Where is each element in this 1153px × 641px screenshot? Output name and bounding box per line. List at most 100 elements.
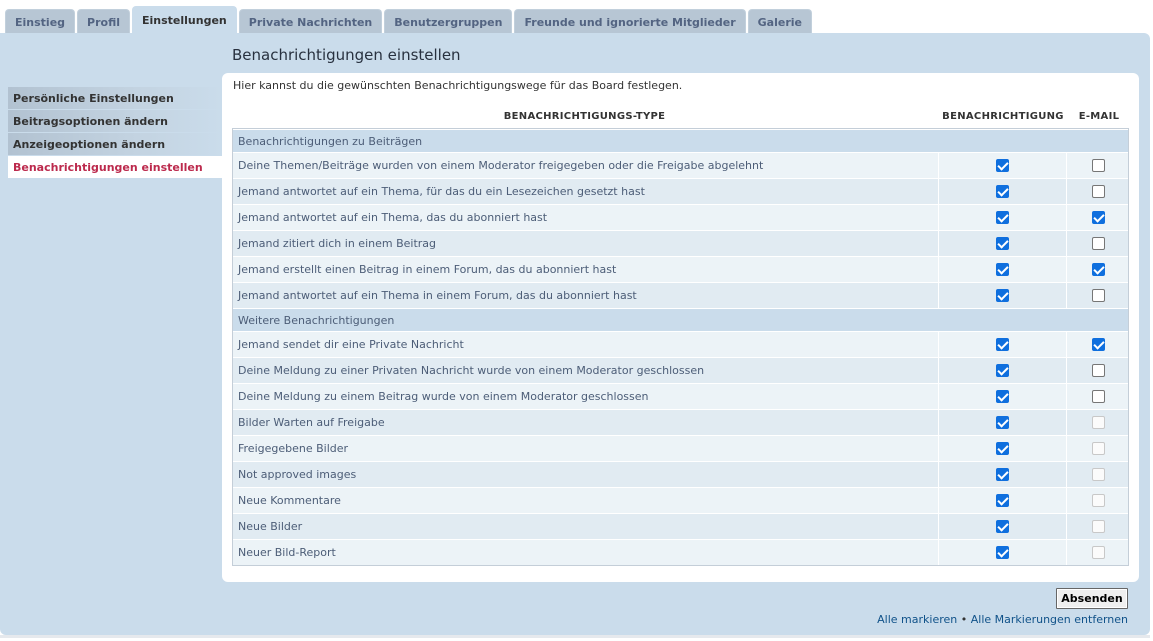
- tab-2[interactable]: Einstellungen: [132, 6, 237, 34]
- row-label: Neue Bilder: [238, 520, 303, 533]
- notification-cell: [938, 540, 1066, 565]
- notification-checkbox[interactable]: [996, 546, 1009, 559]
- section-label: Benachrichtigungen zu Beiträgen: [238, 134, 423, 148]
- table-row: Jemand zitiert dich in einem Beitrag: [233, 230, 1128, 256]
- header-type: BENACHRICHTIGUNGS-TYPE: [503, 111, 666, 122]
- email-checkbox[interactable]: [1091, 390, 1105, 403]
- table-row: Neue Kommentare: [233, 487, 1128, 513]
- notification-checkbox[interactable]: [996, 468, 1009, 481]
- email-cell: [1066, 231, 1129, 256]
- table-row: Deine Themen/Beiträge wurden von einem M…: [233, 152, 1128, 178]
- tab-4[interactable]: Benutzergruppen: [384, 9, 513, 34]
- table-row: Jemand antwortet auf ein Thema in einem …: [233, 282, 1128, 308]
- panel-bottom-border: [0, 635, 1150, 638]
- row-label: Not approved images: [238, 468, 357, 481]
- table-row: Neuer Bild-Report: [233, 539, 1128, 565]
- table-row: Neue Bilder: [233, 513, 1128, 539]
- table-row: Freigegebene Bilder: [233, 435, 1128, 461]
- tab-6[interactable]: Galerie: [747, 9, 812, 34]
- email-checkbox[interactable]: [1091, 185, 1105, 198]
- email-checkbox: [1091, 494, 1105, 507]
- email-checkbox: [1091, 442, 1105, 455]
- email-checkbox[interactable]: [1091, 364, 1105, 377]
- notification-checkbox[interactable]: [996, 442, 1009, 455]
- sidebar-item-3[interactable]: Benachrichtigungen einstellen: [8, 155, 222, 178]
- email-checkbox: [1091, 416, 1105, 429]
- email-cell: [1066, 257, 1129, 282]
- email-checkbox: [1091, 468, 1105, 481]
- notification-checkbox[interactable]: [996, 159, 1009, 172]
- row-label: Deine Themen/Beiträge wurden von einem M…: [238, 159, 764, 172]
- tab-5[interactable]: Freunde und ignorierte Mitglieder: [514, 9, 746, 34]
- email-cell: [1066, 179, 1129, 204]
- notification-cell: [938, 205, 1066, 230]
- section-label: Weitere Benachrichtigungen: [238, 313, 395, 327]
- email-checkbox[interactable]: [1091, 237, 1105, 250]
- notification-table: Benachrichtigungen zu Beiträgen Deine The…: [232, 128, 1129, 566]
- email-cell: [1066, 514, 1129, 539]
- notification-checkbox[interactable]: [996, 289, 1009, 302]
- sidebar-item-1[interactable]: Beitragsoptionen ändern: [8, 109, 222, 132]
- tab-1[interactable]: Profil: [77, 9, 130, 34]
- notification-checkbox[interactable]: [996, 520, 1009, 533]
- page-title: Benachrichtigungen einstellen: [232, 46, 461, 64]
- unmark-all-link[interactable]: Alle Markierungen entfernen: [971, 613, 1128, 626]
- link-separator: •: [960, 613, 968, 626]
- notification-cell: [938, 153, 1066, 178]
- notification-cell: [938, 514, 1066, 539]
- tab-3[interactable]: Private Nachrichten: [238, 9, 383, 34]
- email-checkbox[interactable]: [1091, 159, 1105, 172]
- notification-checkbox[interactable]: [996, 390, 1009, 403]
- notification-cell: [938, 488, 1066, 513]
- notification-checkbox[interactable]: [996, 494, 1009, 507]
- email-cell: [1066, 332, 1129, 357]
- notification-checkbox[interactable]: [996, 185, 1009, 198]
- header-email: E-MAIL: [1078, 111, 1120, 122]
- notification-cell: [938, 410, 1066, 435]
- notification-cell: [938, 358, 1066, 383]
- tab-0[interactable]: Einstieg: [5, 9, 76, 34]
- email-cell: [1066, 540, 1129, 565]
- row-label: Deine Meldung zu einer Privaten Nachrich…: [238, 364, 705, 377]
- row-label: Deine Meldung zu einem Beitrag wurde von…: [238, 390, 649, 403]
- notification-checkbox[interactable]: [996, 237, 1009, 250]
- submit-button[interactable]: Absenden: [1056, 588, 1128, 609]
- row-label: Jemand sendet dir eine Private Nachricht: [238, 338, 464, 351]
- table-row: Jemand erstellt einen Beitrag in einem F…: [233, 256, 1128, 282]
- row-label: Jemand antwortet auf ein Thema, für das …: [238, 185, 645, 198]
- email-checkbox[interactable]: [1091, 211, 1105, 224]
- notification-cell: [938, 384, 1066, 409]
- notification-checkbox[interactable]: [996, 416, 1009, 429]
- notification-cell: [938, 283, 1066, 308]
- table-row: Deine Meldung zu einem Beitrag wurde von…: [233, 383, 1128, 409]
- row-label: Jemand antwortet auf ein Thema, das du a…: [238, 211, 548, 224]
- email-cell: [1066, 153, 1129, 178]
- mark-all-link[interactable]: Alle markieren: [877, 613, 957, 626]
- email-checkbox[interactable]: [1091, 289, 1105, 302]
- email-cell: [1066, 488, 1129, 513]
- email-cell: [1066, 462, 1129, 487]
- row-label: Jemand erstellt einen Beitrag in einem F…: [238, 263, 617, 276]
- notification-checkbox[interactable]: [996, 364, 1009, 377]
- section-row: Benachrichtigungen zu Beiträgen: [233, 129, 1128, 152]
- sidebar-item-2[interactable]: Anzeigeoptionen ändern: [8, 132, 222, 155]
- notification-cell: [938, 462, 1066, 487]
- intro-text: Hier kannst du die gewünschten Benachric…: [233, 79, 683, 92]
- table-row: Jemand antwortet auf ein Thema, das du a…: [233, 204, 1128, 230]
- notification-cell: [938, 231, 1066, 256]
- email-checkbox: [1091, 546, 1105, 559]
- email-cell: [1066, 283, 1129, 308]
- sidebar-item-0[interactable]: Persönliche Einstellungen: [8, 86, 222, 109]
- email-cell: [1066, 205, 1129, 230]
- row-label: Neue Kommentare: [238, 494, 341, 507]
- email-checkbox[interactable]: [1091, 263, 1105, 276]
- sidebar-menu: Persönliche Einstellungen Beitragsoptione…: [8, 86, 222, 178]
- row-label: Bilder Warten auf Freigabe: [238, 416, 385, 429]
- notification-checkbox[interactable]: [996, 338, 1009, 351]
- notification-checkbox[interactable]: [996, 263, 1009, 276]
- email-checkbox[interactable]: [1091, 338, 1105, 351]
- notification-checkbox[interactable]: [996, 211, 1009, 224]
- table-row: Jemand antwortet auf ein Thema, für das …: [233, 178, 1128, 204]
- table-row: Deine Meldung zu einer Privaten Nachrich…: [233, 357, 1128, 383]
- notification-cell: [938, 179, 1066, 204]
